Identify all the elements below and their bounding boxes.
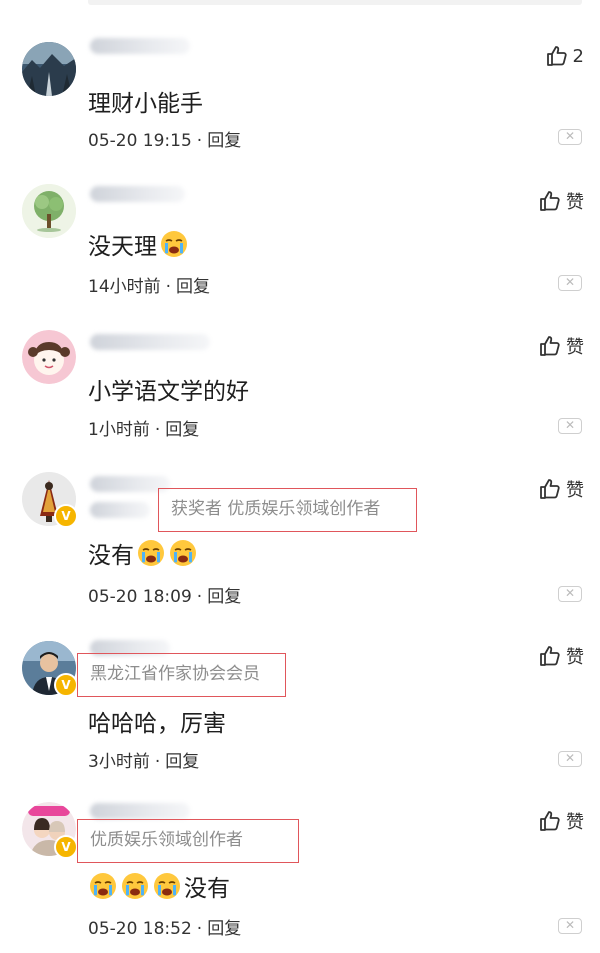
comment-meta: 05-20 19:15 · 回复 xyxy=(88,131,242,151)
comment-time: 1小时前 xyxy=(88,420,150,440)
author-tag: 优质娱乐领域创作者 xyxy=(77,819,299,863)
close-icon[interactable]: ✕ xyxy=(558,751,582,767)
crying-emoji-icon xyxy=(170,540,196,566)
author-tag: 黑龙江省作家协会会员 xyxy=(77,653,286,697)
like-label: 赞 xyxy=(566,647,584,668)
thumbs-up-icon xyxy=(540,336,560,356)
close-icon[interactable]: ✕ xyxy=(558,418,582,434)
reply-link[interactable]: 回复 xyxy=(165,752,199,772)
close-icon[interactable]: ✕ xyxy=(558,586,582,602)
thumbs-up-icon xyxy=(540,479,560,499)
like-count: 2 xyxy=(572,45,584,67)
reply-link[interactable]: 回复 xyxy=(176,277,210,297)
comment-text: 没天理 xyxy=(88,227,189,261)
like-button[interactable]: 赞 xyxy=(538,476,584,502)
like-button[interactable]: 赞 xyxy=(538,808,584,834)
reply-link[interactable]: 回复 xyxy=(207,587,241,607)
like-label: 赞 xyxy=(566,337,584,358)
close-icon[interactable]: ✕ xyxy=(558,918,582,934)
comment-meta: 14小时前 · 回复 xyxy=(88,277,211,297)
reply-link[interactable]: 回复 xyxy=(207,919,241,939)
reply-link[interactable]: 回复 xyxy=(207,131,241,151)
tree-avatar[interactable] xyxy=(22,184,76,238)
top-divider xyxy=(88,0,582,5)
comment-text: 哈哈哈，厉害 xyxy=(88,711,226,737)
crying-emoji-icon xyxy=(161,231,187,257)
cartoon-girl-avatar[interactable] xyxy=(22,330,76,384)
username-redacted xyxy=(90,803,190,819)
comment-time: 05-20 18:52 xyxy=(88,919,192,939)
comment-time: 14小时前 xyxy=(88,277,161,297)
verified-badge-icon: V xyxy=(54,673,78,697)
verified-badge-icon: V xyxy=(54,504,78,528)
like-button[interactable]: 2 xyxy=(545,44,584,68)
comment-time: 05-20 19:15 xyxy=(88,131,192,151)
comment-text: 没有 xyxy=(88,869,230,903)
reply-link[interactable]: 回复 xyxy=(165,420,199,440)
like-button[interactable]: 赞 xyxy=(538,333,584,359)
username-redacted xyxy=(90,502,150,518)
comment-meta: 1小时前 · 回复 xyxy=(88,420,200,440)
comment-time: 05-20 18:09 xyxy=(88,587,192,607)
crying-emoji-icon xyxy=(122,873,148,899)
comment-text: 小学语文学的好 xyxy=(88,379,249,405)
close-icon[interactable]: ✕ xyxy=(558,275,582,291)
comment-time: 3小时前 xyxy=(88,752,150,772)
comment-meta: 05-20 18:09 · 回复 xyxy=(88,587,242,607)
username-redacted xyxy=(90,186,185,202)
thumbs-up-icon xyxy=(540,646,560,666)
thumbs-up-icon xyxy=(540,191,560,211)
username-redacted xyxy=(90,334,210,350)
comment-text: 没有 xyxy=(88,536,198,570)
like-label: 赞 xyxy=(566,192,584,213)
username-redacted xyxy=(90,38,190,54)
crying-emoji-icon xyxy=(138,540,164,566)
like-label: 赞 xyxy=(566,812,584,833)
like-label: 赞 xyxy=(566,480,584,501)
mountain-road-avatar[interactable] xyxy=(22,42,76,96)
comment-text: 理财小能手 xyxy=(88,91,203,117)
crying-emoji-icon xyxy=(154,873,180,899)
comment-meta: 3小时前 · 回复 xyxy=(88,752,200,772)
thumbs-up-icon xyxy=(546,46,567,66)
like-button[interactable]: 赞 xyxy=(538,643,584,669)
like-button[interactable]: 赞 xyxy=(538,188,584,214)
close-icon[interactable]: ✕ xyxy=(558,129,582,145)
comment-meta: 05-20 18:52 · 回复 xyxy=(88,919,242,939)
crying-emoji-icon xyxy=(90,873,116,899)
author-tag: 获奖者 优质娱乐领域创作者 xyxy=(158,488,417,532)
thumbs-up-icon xyxy=(540,811,560,831)
verified-badge-icon: V xyxy=(54,835,78,859)
